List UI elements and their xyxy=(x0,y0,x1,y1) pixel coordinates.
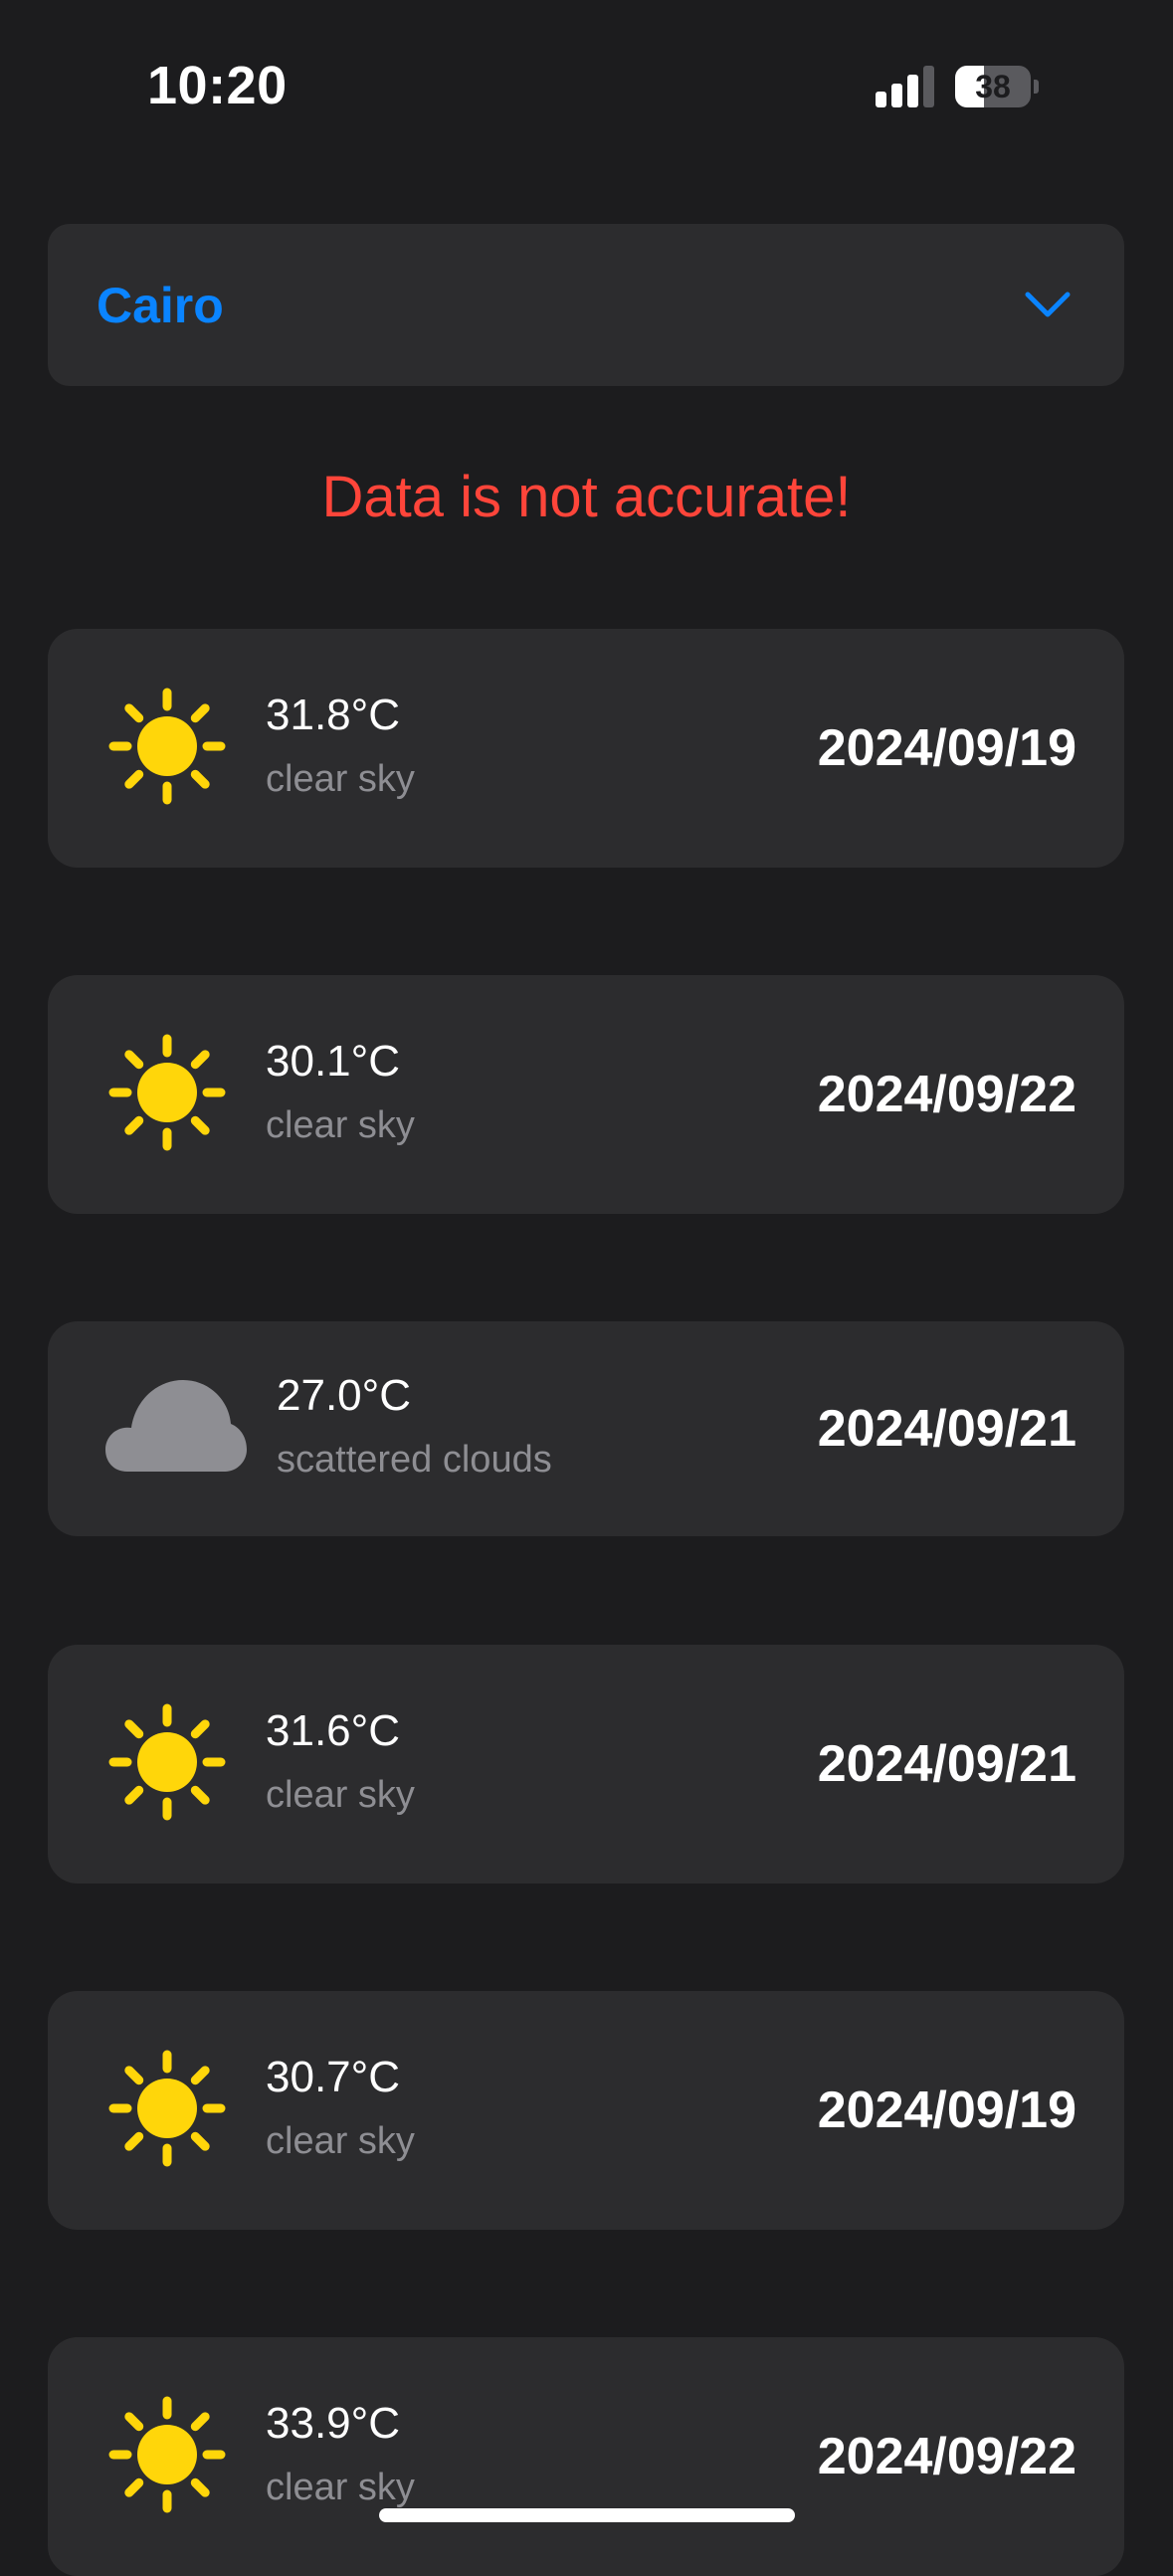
forecast-description: clear sky xyxy=(266,1104,415,1146)
forecast-date: 2024/09/21 xyxy=(817,1735,1076,1793)
status-bar: 10:20 38 xyxy=(0,0,1173,174)
forecast-card[interactable]: 27.0°C scattered clouds 2024/09/21 xyxy=(48,1321,1124,1536)
forecast-temperature: 30.1°C xyxy=(266,1037,401,1086)
forecast-card[interactable]: 31.8°C clear sky 2024/09/19 xyxy=(48,629,1124,868)
forecast-temperature: 31.8°C xyxy=(266,691,401,739)
home-indicator[interactable] xyxy=(379,2508,795,2522)
forecast-card[interactable]: 33.9°C clear sky 2024/09/22 xyxy=(48,2337,1124,2576)
forecast-card[interactable]: 30.7°C clear sky 2024/09/19 xyxy=(48,1991,1124,2230)
status-time: 10:20 xyxy=(147,56,288,115)
cellular-signal-icon xyxy=(876,66,935,107)
forecast-temperature: 30.7°C xyxy=(266,2053,401,2101)
forecast-card[interactable]: 31.6°C clear sky 2024/09/21 xyxy=(48,1645,1124,1883)
battery-icon: 38 xyxy=(955,66,1039,107)
forecast-date: 2024/09/22 xyxy=(817,1066,1076,1123)
forecast-description: scattered clouds xyxy=(277,1439,552,1481)
forecast-temperature: 27.0°C xyxy=(277,1371,412,1420)
forecast-description: clear sky xyxy=(266,2120,415,2162)
forecast-description: clear sky xyxy=(266,758,415,800)
city-picker-value: Cairo xyxy=(97,278,224,333)
sun-icon xyxy=(103,2045,231,2177)
forecast-date: 2024/09/19 xyxy=(817,719,1076,777)
accuracy-warning: Data is not accurate! xyxy=(321,465,852,529)
forecast-description: clear sky xyxy=(266,2467,415,2508)
forecast-date: 2024/09/22 xyxy=(817,2428,1076,2485)
forecast-temperature: 33.9°C xyxy=(266,2399,401,2448)
forecast-temperature: 31.6°C xyxy=(266,1706,401,1755)
sun-icon xyxy=(103,683,231,815)
sun-icon xyxy=(103,1698,231,1831)
sun-icon xyxy=(103,2391,231,2523)
battery-level: 38 xyxy=(975,69,1011,104)
chevron-down-icon xyxy=(1025,292,1071,317)
sun-icon xyxy=(103,1029,231,1161)
city-picker[interactable]: Cairo xyxy=(48,224,1124,386)
cloud-icon xyxy=(105,1378,247,1479)
forecast-card[interactable]: 30.1°C clear sky 2024/09/22 xyxy=(48,975,1124,1214)
forecast-date: 2024/09/19 xyxy=(817,2081,1076,2139)
forecast-description: clear sky xyxy=(266,1774,415,1816)
forecast-date: 2024/09/21 xyxy=(817,1400,1076,1458)
